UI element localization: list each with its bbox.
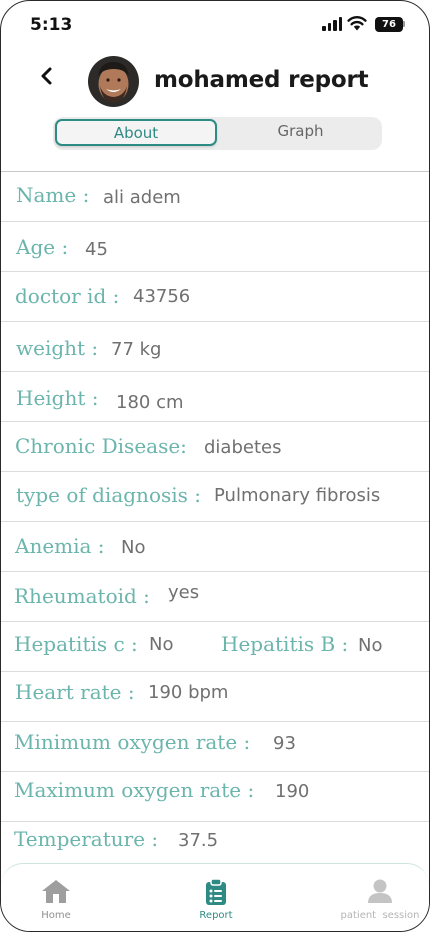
info-row-hepatitis: Hepatitis c : No Hepatitis B : No (1, 622, 429, 672)
info-row-height: Height : 180 cm (1, 372, 429, 422)
field-label: Rheumatoid : (14, 584, 150, 608)
field-label: Age : (16, 235, 69, 259)
field-value: 45 (85, 239, 108, 260)
nav-label-patient-session: patient session (340, 910, 420, 921)
signal-icon (322, 17, 343, 31)
field-value: No (149, 634, 174, 655)
battery-tip (403, 21, 405, 27)
avatar (88, 56, 139, 107)
info-row-weight: weight : 77 kg (1, 322, 429, 372)
wifi-icon (347, 16, 367, 31)
field-value: 43756 (133, 286, 191, 307)
info-row-age: Age : 45 (1, 222, 429, 272)
field-label: Heart rate : (15, 680, 135, 704)
info-row-diagnosis: type of diagnosis : Pulmonary fibrosis (1, 472, 429, 522)
field-label: weight : (16, 336, 99, 360)
field-value: 180 cm (116, 392, 184, 413)
bottom-nav: Home Report patient session (1, 863, 429, 931)
page-title: mohamed report (154, 67, 369, 93)
field-value: 77 kg (111, 339, 162, 360)
field-label: Anemia : (15, 534, 105, 558)
info-row-rheumatoid: Rheumatoid : yes (1, 572, 429, 622)
info-row-min-oxygen: Minimum oxygen rate : 93 (1, 722, 429, 772)
field-label: Height : (16, 386, 99, 410)
nav-home[interactable]: Home (21, 864, 91, 930)
status-time: 5:13 (30, 15, 73, 35)
tab-graph[interactable]: Graph (219, 117, 382, 150)
field-label: Hepatitis B : (221, 632, 349, 656)
battery-icon: 76 (375, 17, 403, 32)
person-icon (368, 879, 392, 903)
field-label: Chronic Disease: (15, 434, 187, 458)
field-label: Maximum oxygen rate : (14, 778, 255, 802)
field-value: 190 (275, 781, 310, 802)
field-value: 37.5 (178, 830, 219, 851)
segmented-tabs: Graph About (53, 117, 382, 150)
chevron-left-icon (41, 67, 52, 85)
field-label: type of diagnosis : (16, 483, 201, 507)
nav-patient-session[interactable]: patient session (333, 864, 427, 930)
nav-label-report: Report (199, 910, 233, 921)
field-value: ali adem (103, 187, 181, 208)
field-label: Name : (16, 183, 90, 207)
nav-report[interactable]: Report (181, 864, 251, 930)
status-bar: 5:13 76 (1, 1, 429, 49)
back-button[interactable] (35, 63, 59, 89)
field-label: Temperature : (14, 827, 159, 851)
field-value: diabetes (204, 437, 282, 458)
field-value: yes (168, 582, 200, 603)
field-label: Minimum oxygen rate : (14, 730, 251, 754)
field-label: Hepatitis c : (14, 632, 138, 656)
field-value: 93 (273, 733, 296, 754)
field-value: No (358, 635, 383, 656)
field-value: No (121, 537, 146, 558)
info-row-doctor-id: doctor id : 43756 (1, 272, 429, 322)
phone-frame: 5:13 76 mohamed report Graph About Name … (0, 0, 430, 932)
field-label: doctor id : (15, 284, 120, 308)
field-value: 190 bpm (148, 682, 229, 703)
tab-about[interactable]: About (55, 119, 217, 146)
clipboard-icon (206, 878, 226, 905)
info-row-heart-rate: Heart rate : 190 bpm (1, 672, 429, 722)
nav-label-home: Home (41, 910, 71, 921)
field-value: Pulmonary fibrosis (214, 485, 381, 506)
home-icon (42, 880, 70, 903)
info-row-anemia: Anemia : No (1, 522, 429, 572)
info-row-chronic-disease: Chronic Disease: diabetes (1, 422, 429, 472)
info-row-max-oxygen: Maximum oxygen rate : 190 (1, 772, 429, 822)
info-row-name: Name : ali adem (1, 172, 429, 222)
